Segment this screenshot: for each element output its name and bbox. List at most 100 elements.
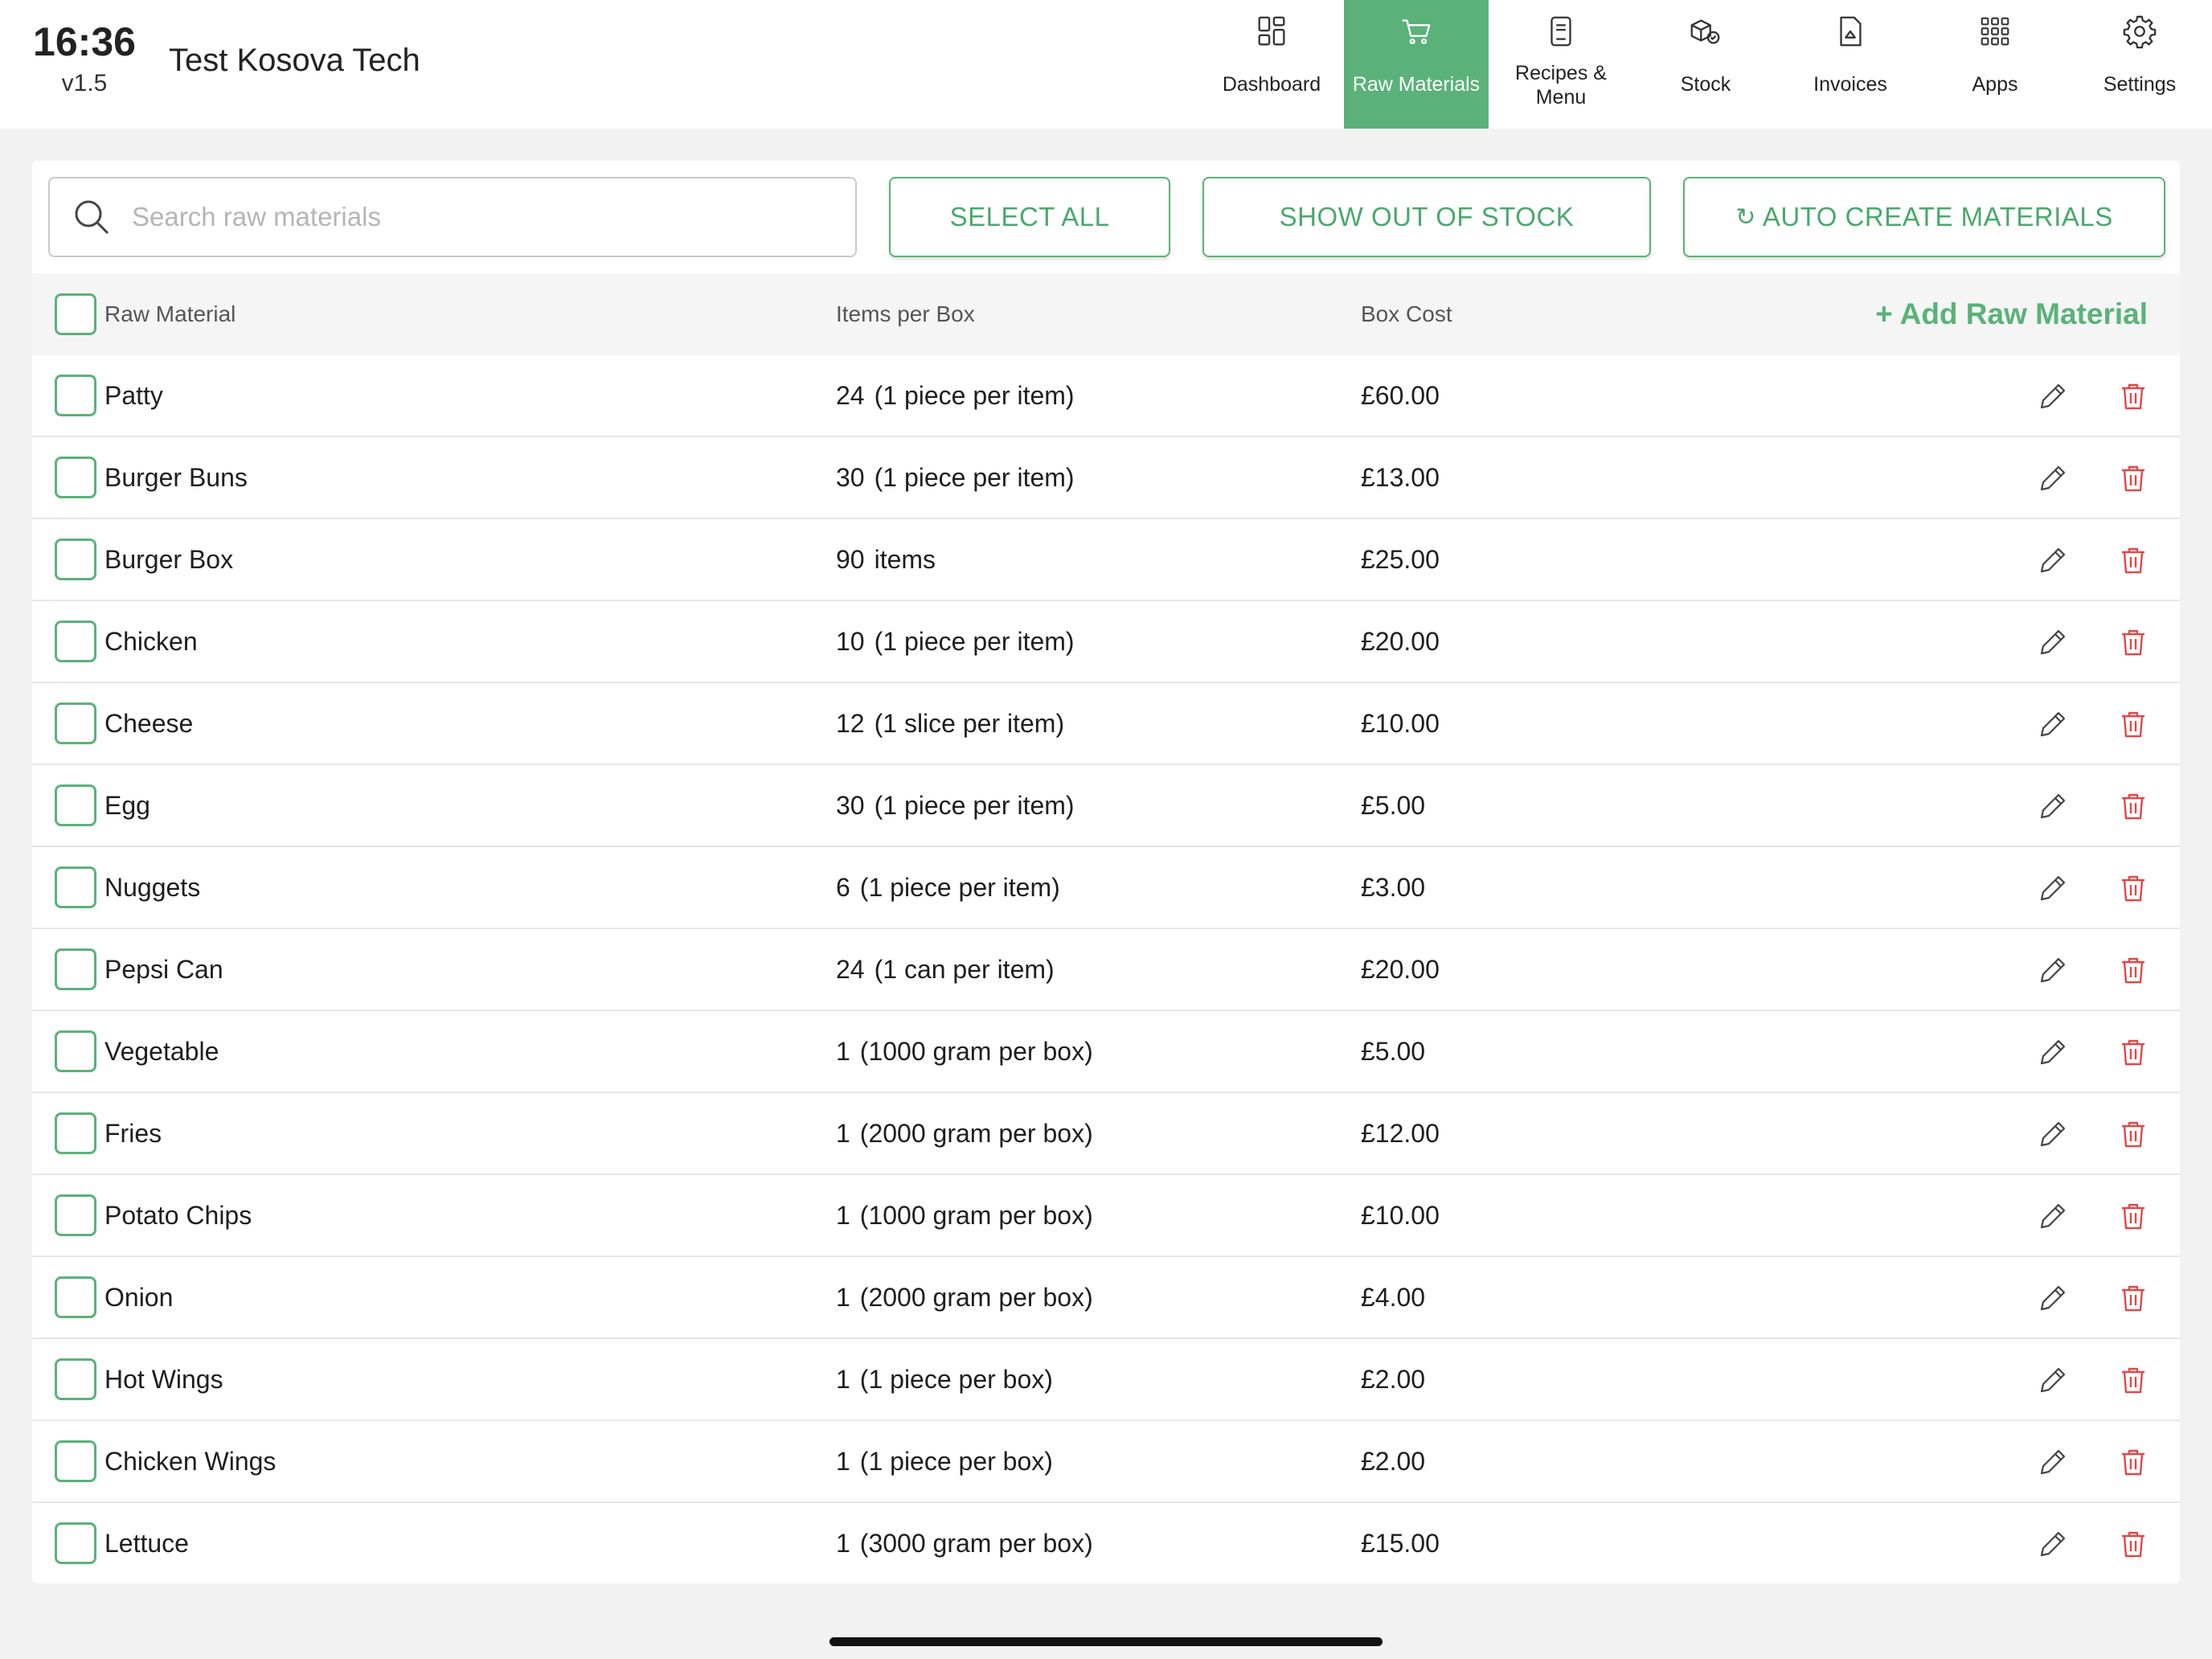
delete-trash-icon[interactable] [2117, 462, 2149, 494]
table-row[interactable]: Chicken Wings 1 (1 piece per box) £2.00 [32, 1421, 2180, 1503]
home-indicator [830, 1637, 1382, 1646]
delete-trash-icon[interactable] [2117, 380, 2149, 412]
add-raw-material-button[interactable]: + Add Raw Material [1875, 273, 2148, 355]
delete-trash-icon[interactable] [2117, 954, 2149, 986]
edit-pencil-icon[interactable] [2037, 1118, 2069, 1150]
row-checkbox[interactable] [55, 457, 96, 498]
box-cost: £12.00 [1361, 1118, 1440, 1148]
table-row[interactable]: Egg 30 (1 piece per item) £5.00 [32, 765, 2180, 847]
auto-create-label: AUTO CREATE MATERIALS [1762, 202, 2113, 231]
items-per-box-count: 24 [836, 380, 865, 410]
row-checkbox[interactable] [55, 866, 96, 908]
nav-item-raw-materials[interactable]: Raw Materials [1344, 0, 1489, 129]
show-out-of-stock-button[interactable]: SHOW OUT OF STOCK [1202, 177, 1651, 257]
recipe-icon [1541, 11, 1581, 51]
edit-pencil-icon[interactable] [2037, 1282, 2069, 1314]
box-cost: £4.00 [1361, 1282, 1426, 1312]
material-name: Nuggets [104, 872, 201, 902]
delete-trash-icon[interactable] [2117, 1528, 2149, 1560]
edit-pencil-icon[interactable] [2037, 1364, 2069, 1396]
edit-pencil-icon[interactable] [2037, 544, 2069, 576]
edit-pencil-icon[interactable] [2037, 1446, 2069, 1478]
box-cost: £60.00 [1361, 380, 1440, 410]
nav-item-recipes-menu[interactable]: Recipes & Menu [1489, 0, 1633, 129]
row-checkbox[interactable] [55, 1358, 96, 1400]
delete-trash-icon[interactable] [2117, 1446, 2149, 1478]
nav-item-apps[interactable]: Apps [1923, 0, 2067, 129]
items-per-box-unit: (2000 gram per box) [859, 1118, 1093, 1148]
items-per-box-count: 90 [836, 544, 865, 574]
nav-item-settings[interactable]: Settings [2067, 0, 2212, 129]
items-per-box-count: 1 [836, 1364, 850, 1394]
row-checkbox[interactable] [55, 1522, 96, 1564]
table-row[interactable]: Chicken 10 (1 piece per item) £20.00 [32, 601, 2180, 683]
edit-pencil-icon[interactable] [2037, 462, 2069, 494]
material-name: Hot Wings [104, 1364, 223, 1394]
delete-trash-icon[interactable] [2117, 544, 2149, 576]
material-name: Burger Buns [104, 462, 248, 492]
header-box-cost: Box Cost [1361, 301, 1452, 326]
edit-pencil-icon[interactable] [2037, 626, 2069, 658]
table-row[interactable]: Onion 1 (2000 gram per box) £4.00 [32, 1257, 2180, 1339]
delete-trash-icon[interactable] [2117, 1200, 2149, 1232]
delete-trash-icon[interactable] [2117, 1036, 2149, 1068]
row-checkbox[interactable] [55, 784, 96, 826]
row-checkbox[interactable] [55, 375, 96, 416]
delete-trash-icon[interactable] [2117, 708, 2149, 740]
table-row[interactable]: Hot Wings 1 (1 piece per box) £2.00 [32, 1339, 2180, 1421]
table-row[interactable]: Burger Box 90 items £25.00 [32, 519, 2180, 601]
search-input[interactable] [132, 202, 823, 232]
box-cost: £25.00 [1361, 544, 1440, 574]
search-box[interactable] [48, 177, 857, 257]
main-nav: Dashboard Raw Materials Recipes & Menu S… [1199, 0, 2212, 129]
delete-trash-icon[interactable] [2117, 872, 2149, 904]
items-per-box: 12 (1 slice per item) [836, 683, 1064, 764]
row-checkbox[interactable] [55, 539, 96, 580]
delete-trash-icon[interactable] [2117, 626, 2149, 658]
row-checkbox[interactable] [55, 1276, 96, 1318]
nav-item-dashboard[interactable]: Dashboard [1199, 0, 1344, 129]
row-checkbox[interactable] [55, 703, 96, 744]
header-items-per-box: Items per Box [836, 301, 975, 326]
select-all-button[interactable]: SELECT ALL [889, 177, 1170, 257]
edit-pencil-icon[interactable] [2037, 1200, 2069, 1232]
nav-item-stock[interactable]: Stock [1633, 0, 1778, 129]
row-checkbox[interactable] [55, 1194, 96, 1236]
table-row[interactable]: Pepsi Can 24 (1 can per item) £20.00 [32, 929, 2180, 1011]
row-checkbox[interactable] [55, 1440, 96, 1482]
delete-trash-icon[interactable] [2117, 1282, 2149, 1314]
items-per-box-count: 1 [836, 1528, 850, 1558]
row-checkbox[interactable] [55, 621, 96, 662]
delete-trash-icon[interactable] [2117, 790, 2149, 822]
material-name: Egg [104, 790, 150, 820]
table-row[interactable]: Patty 24 (1 piece per item) £60.00 [32, 355, 2180, 437]
edit-pencil-icon[interactable] [2037, 872, 2069, 904]
delete-trash-icon[interactable] [2117, 1118, 2149, 1150]
material-name: Lettuce [104, 1528, 189, 1558]
table-row[interactable]: Potato Chips 1 (1000 gram per box) £10.00 [32, 1175, 2180, 1257]
edit-pencil-icon[interactable] [2037, 708, 2069, 740]
delete-trash-icon[interactable] [2117, 1364, 2149, 1396]
items-per-box-unit: (1 slice per item) [874, 708, 1065, 738]
table-row[interactable]: Cheese 12 (1 slice per item) £10.00 [32, 683, 2180, 765]
table-row[interactable]: Vegetable 1 (1000 gram per box) £5.00 [32, 1011, 2180, 1093]
box-cost: £5.00 [1361, 790, 1426, 820]
table-row[interactable]: Nuggets 6 (1 piece per item) £3.00 [32, 847, 2180, 929]
nav-item-invoices[interactable]: Invoices [1778, 0, 1923, 129]
edit-pencil-icon[interactable] [2037, 1528, 2069, 1560]
box-cost: £3.00 [1361, 872, 1426, 902]
auto-create-materials-button[interactable]: ↻ AUTO CREATE MATERIALS [1683, 177, 2165, 257]
edit-pencil-icon[interactable] [2037, 1036, 2069, 1068]
edit-pencil-icon[interactable] [2037, 380, 2069, 412]
table-row[interactable]: Lettuce 1 (3000 gram per box) £15.00 [32, 1503, 2180, 1583]
edit-pencil-icon[interactable] [2037, 790, 2069, 822]
table-row[interactable]: Fries 1 (2000 gram per box) £12.00 [32, 1093, 2180, 1175]
items-per-box-count: 1 [836, 1282, 850, 1312]
table-row[interactable]: Burger Buns 30 (1 piece per item) £13.00 [32, 437, 2180, 519]
select-all-checkbox[interactable] [55, 293, 96, 335]
row-checkbox[interactable] [55, 948, 96, 990]
row-checkbox[interactable] [55, 1112, 96, 1154]
items-per-box-unit: (1 can per item) [874, 954, 1055, 984]
edit-pencil-icon[interactable] [2037, 954, 2069, 986]
row-checkbox[interactable] [55, 1030, 96, 1072]
